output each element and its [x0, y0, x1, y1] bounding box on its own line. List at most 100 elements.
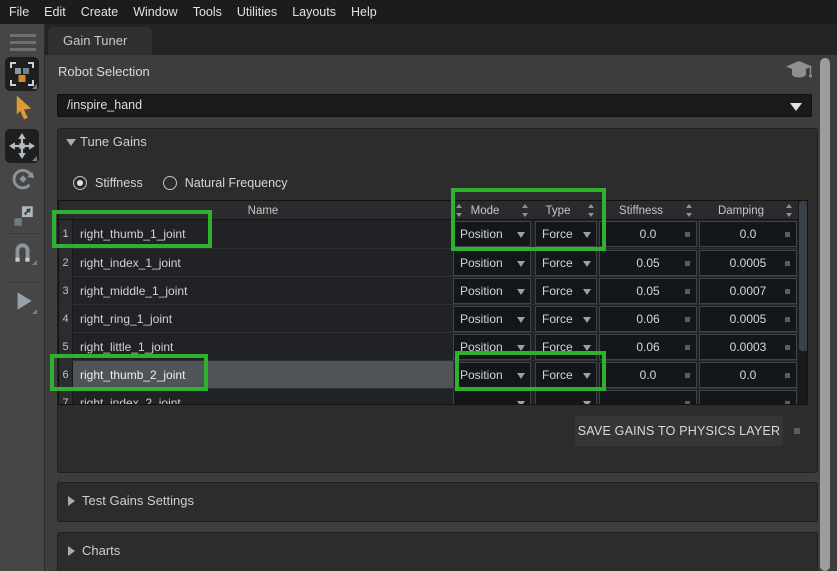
column-header-damping[interactable]: Damping	[699, 201, 783, 220]
menu-item-edit[interactable]: Edit	[44, 5, 66, 19]
type-dropdown[interactable]: Force	[535, 278, 597, 304]
menu-item-layouts[interactable]: Layouts	[292, 5, 336, 19]
drag-handle[interactable]	[685, 289, 690, 294]
tune-gains-title[interactable]: Tune Gains	[80, 134, 147, 149]
damping-field[interactable]: 0.0005	[699, 250, 797, 276]
stiffness-field[interactable]: 0.0	[599, 362, 697, 388]
type-dropdown[interactable]: Force	[535, 221, 597, 247]
stiffness-field[interactable]: 0.06	[599, 334, 697, 360]
column-header-type[interactable]: Type	[533, 201, 583, 220]
menu-item-help[interactable]: Help	[351, 5, 377, 19]
drag-handle[interactable]	[785, 289, 790, 294]
robot-dropdown[interactable]: /inspire_hand	[57, 94, 812, 117]
drag-handle[interactable]	[785, 345, 790, 350]
drag-handle[interactable]	[785, 373, 790, 378]
test-gains-settings-title[interactable]: Test Gains Settings	[82, 493, 194, 508]
damping-field[interactable]: 0.0007	[699, 278, 797, 304]
charts-title[interactable]: Charts	[82, 543, 120, 558]
column-header-stiffness[interactable]: Stiffness	[599, 201, 683, 220]
drag-handle[interactable]	[685, 261, 690, 266]
table-row[interactable]: 1 right_thumb_1_joint Position Force 0.0 0.0	[59, 220, 807, 248]
rotate-tool-icon[interactable]	[0, 165, 45, 193]
stiffness-field[interactable]: 0.05	[599, 250, 697, 276]
damping-field[interactable]: 0.0003	[699, 334, 797, 360]
radio-natural-frequency[interactable]: Natural Frequency	[162, 176, 288, 190]
expand-triangle-icon[interactable]	[68, 546, 75, 556]
drag-handle[interactable]	[785, 317, 790, 322]
damping-field[interactable]: 0.0	[699, 362, 797, 388]
tab-gain-tuner[interactable]: Gain Tuner	[48, 27, 152, 55]
table-row[interactable]: 7 right_index_2_joint	[59, 388, 807, 404]
sort-chevrons-icon[interactable]	[521, 204, 529, 217]
drag-handle[interactable]	[794, 428, 800, 434]
drag-handle[interactable]	[685, 373, 690, 378]
type-dropdown[interactable]: Force	[535, 250, 597, 276]
drag-handle[interactable]	[685, 345, 690, 350]
joint-name-cell[interactable]: right_middle_1_joint	[73, 277, 453, 305]
menu-item-create[interactable]: Create	[81, 5, 119, 19]
damping-field[interactable]: 0.0005	[699, 306, 797, 332]
mode-dropdown[interactable]: Position	[453, 362, 531, 388]
collapse-triangle-icon[interactable]	[66, 139, 76, 146]
play-tool-icon[interactable]	[0, 288, 45, 314]
type-dropdown[interactable]	[535, 390, 597, 404]
menu-item-file[interactable]: File	[9, 5, 29, 19]
drag-handle[interactable]	[785, 261, 790, 266]
drag-handle[interactable]	[685, 317, 690, 322]
mode-dropdown[interactable]: Position	[453, 334, 531, 360]
mode-dropdown[interactable]: Position	[453, 250, 531, 276]
table-scrollbar-thumb[interactable]	[799, 201, 807, 351]
table-row[interactable]: 4 right_ring_1_joint Position Force 0.06 0.00…	[59, 304, 807, 333]
mode-dropdown[interactable]: Position	[453, 278, 531, 304]
sort-chevrons-icon[interactable]	[785, 204, 793, 217]
damping-field[interactable]: 0.0	[699, 221, 797, 247]
expand-triangle-icon[interactable]	[68, 496, 75, 506]
stiffness-field[interactable]	[599, 390, 697, 404]
type-dropdown[interactable]: Force	[535, 362, 597, 388]
mode-dropdown[interactable]	[453, 390, 531, 404]
column-header-name[interactable]: Name	[73, 201, 453, 220]
joint-name-cell[interactable]: right_thumb_1_joint	[73, 220, 453, 248]
type-dropdown[interactable]: Force	[535, 334, 597, 360]
menu-item-utilities[interactable]: Utilities	[237, 5, 277, 19]
joint-name-cell[interactable]: right_thumb_2_joint	[73, 361, 453, 389]
mode-dropdown[interactable]: Position	[453, 221, 531, 247]
mode-dropdown[interactable]: Position	[453, 306, 531, 332]
select-tool-icon[interactable]	[5, 57, 39, 91]
table-row[interactable]: 5 right_little_1_joint Position Force 0.06 0.…	[59, 332, 807, 361]
table-row[interactable]: 3 right_middle_1_joint Position Force 0.05 0.…	[59, 276, 807, 305]
joint-name-cell[interactable]: right_ring_1_joint	[73, 305, 453, 333]
scale-tool-icon[interactable]	[0, 203, 45, 229]
table-scrollbar-track[interactable]	[798, 201, 807, 404]
snap-tool-icon[interactable]	[0, 238, 45, 265]
drag-handle[interactable]	[785, 232, 790, 237]
joint-name-cell[interactable]: right_index_2_joint	[73, 389, 453, 404]
move-tool-icon[interactable]	[5, 129, 39, 163]
tutorial-cap-icon[interactable]	[786, 59, 814, 88]
drag-handle[interactable]	[685, 401, 690, 404]
stiffness-field[interactable]: 0.06	[599, 306, 697, 332]
damping-value: 0.0005	[729, 256, 767, 270]
menu-lines-icon[interactable]	[0, 34, 45, 51]
joint-name-cell[interactable]: right_little_1_joint	[73, 333, 453, 361]
type-dropdown[interactable]: Force	[535, 306, 597, 332]
save-gains-button[interactable]: SAVE GAINS TO PHYSICS LAYER	[575, 416, 783, 446]
table-row[interactable]: 6 right_thumb_2_joint Position Force 0.0 0.0	[59, 360, 807, 389]
stiffness-field[interactable]: 0.05	[599, 278, 697, 304]
sort-chevrons-icon[interactable]	[685, 204, 693, 217]
drag-handle[interactable]	[685, 232, 690, 237]
sort-chevrons-icon[interactable]	[455, 204, 463, 217]
stiffness-field[interactable]: 0.0	[599, 221, 697, 247]
cursor-tool-icon[interactable]	[0, 93, 45, 123]
joint-name-cell[interactable]: right_index_1_joint	[73, 249, 453, 277]
drag-handle[interactable]	[785, 401, 790, 404]
menu-item-tools[interactable]: Tools	[193, 5, 222, 19]
menu-item-window[interactable]: Window	[133, 5, 177, 19]
gain-tuner-panel: Gain Tuner Robot Selection /inspire_hand…	[45, 24, 837, 571]
charts-section[interactable]	[57, 532, 818, 571]
sort-chevrons-icon[interactable]	[587, 204, 595, 217]
table-row[interactable]: 2 right_index_1_joint Position Force 0.05 0.0…	[59, 248, 807, 277]
panel-scrollbar[interactable]	[820, 58, 830, 571]
damping-field[interactable]	[699, 390, 797, 404]
radio-stiffness[interactable]: Stiffness	[73, 176, 143, 190]
